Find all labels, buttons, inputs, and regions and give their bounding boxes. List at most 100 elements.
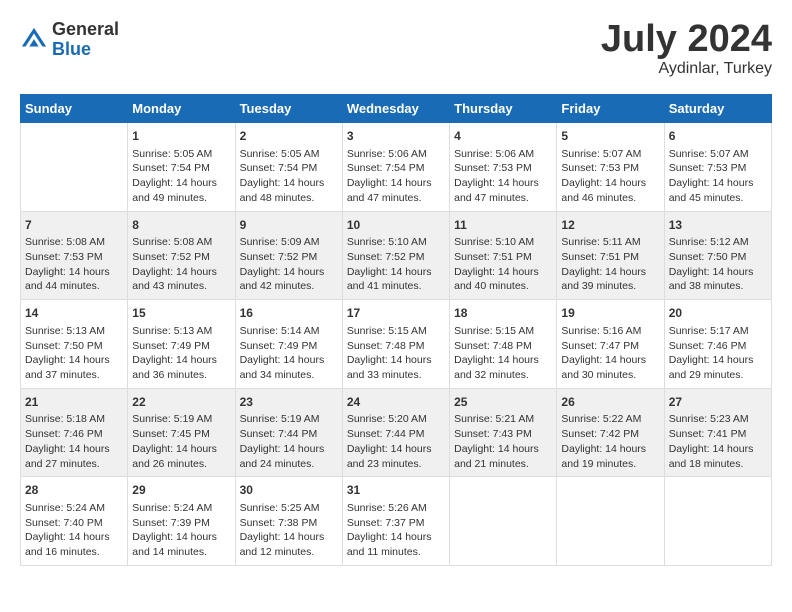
sunrise-text: Sunrise: 5:06 AMSunset: 7:53 PMDaylight:… — [454, 148, 539, 204]
calendar-week-0: 1 Sunrise: 5:05 AMSunset: 7:54 PMDaylight… — [21, 123, 772, 212]
title-block: July 2024 Aydinlar, Turkey — [601, 20, 772, 78]
calendar-cell: 19Sunrise: 5:16 AMSunset: 7:47 PMDayligh… — [557, 300, 664, 389]
calendar-cell: 30 Sunrise: 5:25 AMSunset: 7:38 PMDayligh… — [235, 477, 342, 566]
day-number: 26 — [561, 394, 659, 411]
calendar-cell: 5 Sunrise: 5:07 AMSunset: 7:53 PMDaylight… — [557, 123, 664, 212]
sunrise-text: Sunrise: 5:08 AMSunset: 7:52 PMDaylight:… — [132, 236, 217, 292]
sunrise-text: Sunrise: 5:19 AMSunset: 7:44 PMDaylight:… — [240, 413, 325, 469]
sunrise-text: Sunrise: 5:15 AMSunset: 7:48 PMDaylight:… — [454, 325, 539, 381]
calendar-cell: 3 Sunrise: 5:06 AMSunset: 7:54 PMDaylight… — [342, 123, 449, 212]
day-number: 13 — [669, 217, 767, 234]
calendar-cell: 13Sunrise: 5:12 AMSunset: 7:50 PMDayligh… — [664, 211, 771, 300]
calendar-cell: 29 Sunrise: 5:24 AMSunset: 7:39 PMDayligh… — [128, 477, 235, 566]
sunrise-text: Sunrise: 5:06 AMSunset: 7:54 PMDaylight:… — [347, 148, 432, 204]
sunrise-text: Sunrise: 5:10 AMSunset: 7:52 PMDaylight:… — [347, 236, 432, 292]
calendar-cell: 22 Sunrise: 5:19 AMSunset: 7:45 PMDayligh… — [128, 388, 235, 477]
calendar-week-1: 7Sunrise: 5:08 AMSunset: 7:53 PMDaylight… — [21, 211, 772, 300]
sunrise-text: Sunrise: 5:20 AMSunset: 7:44 PMDaylight:… — [347, 413, 432, 469]
sunrise-text: Sunrise: 5:22 AMSunset: 7:42 PMDaylight:… — [561, 413, 646, 469]
sunrise-text: Sunrise: 5:07 AMSunset: 7:53 PMDaylight:… — [669, 148, 754, 204]
sunrise-text: Sunrise: 5:15 AMSunset: 7:48 PMDaylight:… — [347, 325, 432, 381]
header-row: Sunday Monday Tuesday Wednesday Thursday… — [21, 95, 772, 123]
sunrise-text: Sunrise: 5:26 AMSunset: 7:37 PMDaylight:… — [347, 502, 432, 558]
logo-blue-text: Blue — [52, 40, 119, 60]
day-number: 6 — [669, 128, 767, 145]
day-number: 21 — [25, 394, 123, 411]
sunrise-text: Sunrise: 5:21 AMSunset: 7:43 PMDaylight:… — [454, 413, 539, 469]
col-thursday: Thursday — [450, 95, 557, 123]
calendar-cell: 25 Sunrise: 5:21 AMSunset: 7:43 PMDayligh… — [450, 388, 557, 477]
sunrise-text: Sunrise: 5:11 AMSunset: 7:51 PMDaylight:… — [561, 236, 646, 292]
sunrise-text: Sunrise: 5:24 AMSunset: 7:39 PMDaylight:… — [132, 502, 217, 558]
col-wednesday: Wednesday — [342, 95, 449, 123]
calendar-title: July 2024 — [601, 20, 772, 58]
day-number: 15 — [132, 305, 230, 322]
sunrise-text: Sunrise: 5:17 AMSunset: 7:46 PMDaylight:… — [669, 325, 754, 381]
logo-general-text: General — [52, 20, 119, 40]
calendar-cell — [450, 477, 557, 566]
logo: General Blue — [20, 20, 119, 60]
day-number: 23 — [240, 394, 338, 411]
sunrise-text: Sunrise: 5:24 AMSunset: 7:40 PMDaylight:… — [25, 502, 110, 558]
logo-text: General Blue — [52, 20, 119, 60]
calendar-cell: 16 Sunrise: 5:14 AMSunset: 7:49 PMDayligh… — [235, 300, 342, 389]
sunrise-text: Sunrise: 5:23 AMSunset: 7:41 PMDaylight:… — [669, 413, 754, 469]
col-monday: Monday — [128, 95, 235, 123]
calendar-cell: 10Sunrise: 5:10 AMSunset: 7:52 PMDayligh… — [342, 211, 449, 300]
day-number: 19 — [561, 305, 659, 322]
calendar-cell — [557, 477, 664, 566]
day-number: 1 — [132, 128, 230, 145]
day-number: 20 — [669, 305, 767, 322]
day-number: 5 — [561, 128, 659, 145]
sunrise-text: Sunrise: 5:08 AMSunset: 7:53 PMDaylight:… — [25, 236, 110, 292]
calendar-cell: 12Sunrise: 5:11 AMSunset: 7:51 PMDayligh… — [557, 211, 664, 300]
calendar-cell: 14 Sunrise: 5:13 AMSunset: 7:50 PMDayligh… — [21, 300, 128, 389]
calendar-table: Sunday Monday Tuesday Wednesday Thursday… — [20, 94, 772, 566]
calendar-week-4: 28 Sunrise: 5:24 AMSunset: 7:40 PMDayligh… — [21, 477, 772, 566]
calendar-cell — [664, 477, 771, 566]
calendar-cell: 2Sunrise: 5:05 AMSunset: 7:54 PMDaylight… — [235, 123, 342, 212]
calendar-cell: 4 Sunrise: 5:06 AMSunset: 7:53 PMDaylight… — [450, 123, 557, 212]
day-number: 22 — [132, 394, 230, 411]
calendar-cell: 17 Sunrise: 5:15 AMSunset: 7:48 PMDayligh… — [342, 300, 449, 389]
day-number: 28 — [25, 482, 123, 499]
calendar-week-2: 14 Sunrise: 5:13 AMSunset: 7:50 PMDayligh… — [21, 300, 772, 389]
sunrise-text: Sunrise: 5:25 AMSunset: 7:38 PMDaylight:… — [240, 502, 325, 558]
sunrise-text: Sunrise: 5:13 AMSunset: 7:49 PMDaylight:… — [132, 325, 217, 381]
calendar-cell — [21, 123, 128, 212]
logo-icon — [20, 26, 48, 54]
calendar-cell: 20 Sunrise: 5:17 AMSunset: 7:46 PMDayligh… — [664, 300, 771, 389]
day-number: 29 — [132, 482, 230, 499]
calendar-cell: 18 Sunrise: 5:15 AMSunset: 7:48 PMDayligh… — [450, 300, 557, 389]
calendar-cell: 24 Sunrise: 5:20 AMSunset: 7:44 PMDayligh… — [342, 388, 449, 477]
calendar-week-3: 21 Sunrise: 5:18 AMSunset: 7:46 PMDayligh… — [21, 388, 772, 477]
day-number: 2 — [240, 128, 338, 145]
day-number: 31 — [347, 482, 445, 499]
calendar-location: Aydinlar, Turkey — [601, 60, 772, 78]
sunrise-text: Sunrise: 5:13 AMSunset: 7:50 PMDaylight:… — [25, 325, 110, 381]
day-number: 17 — [347, 305, 445, 322]
sunrise-text: Sunrise: 5:07 AMSunset: 7:53 PMDaylight:… — [561, 148, 646, 204]
sunrise-text: Sunrise: 5:14 AMSunset: 7:49 PMDaylight:… — [240, 325, 325, 381]
calendar-cell: 26 Sunrise: 5:22 AMSunset: 7:42 PMDayligh… — [557, 388, 664, 477]
day-number: 14 — [25, 305, 123, 322]
sunrise-text: Sunrise: 5:19 AMSunset: 7:45 PMDaylight:… — [132, 413, 217, 469]
day-number: 30 — [240, 482, 338, 499]
day-number: 24 — [347, 394, 445, 411]
day-number: 4 — [454, 128, 552, 145]
calendar-header: Sunday Monday Tuesday Wednesday Thursday… — [21, 95, 772, 123]
calendar-cell: 8 Sunrise: 5:08 AMSunset: 7:52 PMDaylight… — [128, 211, 235, 300]
sunrise-text: Sunrise: 5:18 AMSunset: 7:46 PMDaylight:… — [25, 413, 110, 469]
day-number: 25 — [454, 394, 552, 411]
calendar-body: 1 Sunrise: 5:05 AMSunset: 7:54 PMDaylight… — [21, 123, 772, 566]
col-friday: Friday — [557, 95, 664, 123]
day-number: 3 — [347, 128, 445, 145]
day-number: 16 — [240, 305, 338, 322]
day-number: 11 — [454, 217, 552, 234]
sunrise-text: Sunrise: 5:10 AMSunset: 7:51 PMDaylight:… — [454, 236, 539, 292]
calendar-cell: 28 Sunrise: 5:24 AMSunset: 7:40 PMDayligh… — [21, 477, 128, 566]
day-number: 8 — [132, 217, 230, 234]
day-number: 9 — [240, 217, 338, 234]
sunrise-text: Sunrise: 5:05 AMSunset: 7:54 PMDaylight:… — [132, 148, 217, 204]
day-number: 18 — [454, 305, 552, 322]
